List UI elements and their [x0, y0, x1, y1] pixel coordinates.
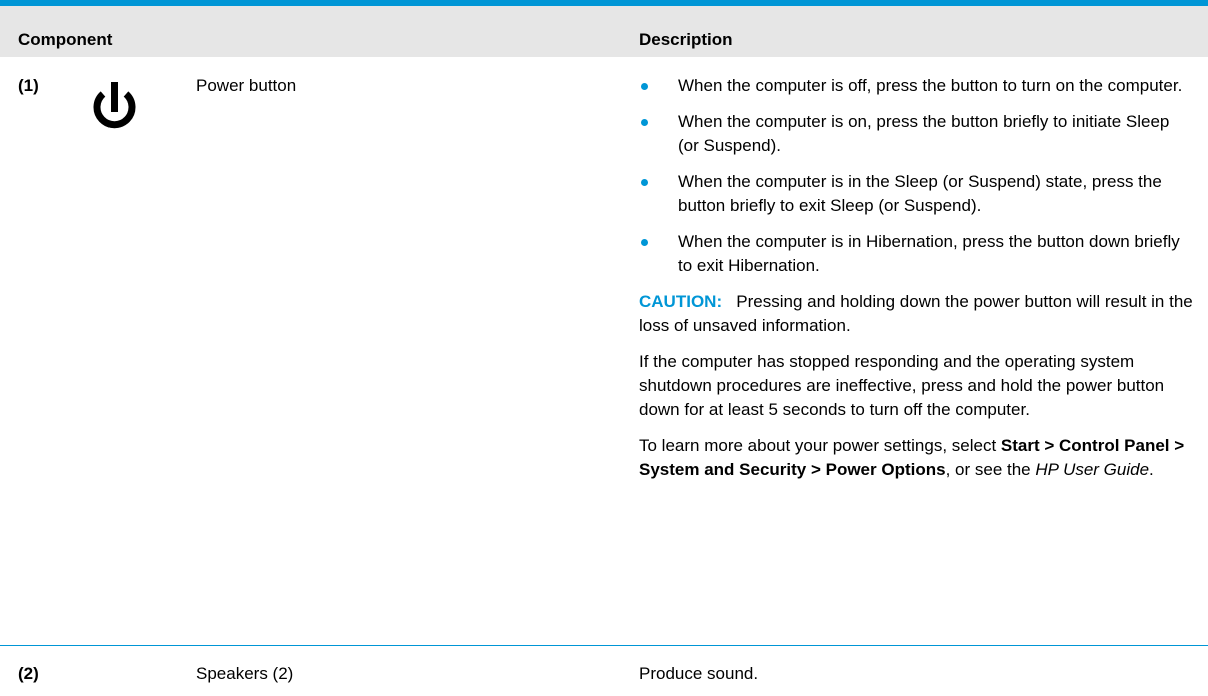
- power-icon: [93, 82, 136, 129]
- row-1-name: Power button: [196, 76, 297, 95]
- bullet-icon: [641, 179, 648, 186]
- row-2-number: (2): [18, 664, 39, 683]
- bullet-text: When the computer is in the Sleep (or Su…: [678, 172, 1162, 215]
- list-item: When the computer is on, press the butto…: [639, 110, 1194, 158]
- caution-label: CAUTION:: [639, 292, 723, 311]
- learn-more-prefix: To learn more about your power settings,…: [639, 436, 1001, 455]
- unresponsive-paragraph: If the computer has stopped responding a…: [639, 352, 1165, 419]
- bullet-list: When the computer is off, press the butt…: [639, 74, 1194, 278]
- user-guide-title: HP User Guide: [1035, 460, 1150, 479]
- bullet-icon: [641, 83, 648, 90]
- caution-text: Pressing and holding down the power butt…: [639, 292, 1193, 335]
- bullet-text: When the computer is on, press the butto…: [678, 112, 1170, 155]
- caution-note: CAUTION: Pressing and holding down the p…: [639, 290, 1194, 338]
- bullet-icon: [641, 119, 648, 126]
- row-1-number: (1): [18, 76, 39, 95]
- bullet-text: When the computer is in Hibernation, pre…: [678, 232, 1180, 275]
- header-description: Description: [639, 30, 733, 49]
- row-1-description: When the computer is off, press the butt…: [639, 74, 1194, 494]
- header-component: Component: [18, 30, 113, 49]
- table-header: Component Description: [0, 6, 1208, 57]
- learn-more-suffix: .: [1149, 460, 1154, 479]
- bullet-icon: [641, 239, 648, 246]
- row-divider: [0, 645, 1208, 646]
- row-2-description: Produce sound.: [639, 664, 759, 683]
- list-item: When the computer is in the Sleep (or Su…: [639, 170, 1194, 218]
- learn-more-paragraph: To learn more about your power settings,…: [639, 434, 1194, 482]
- list-item: When the computer is in Hibernation, pre…: [639, 230, 1194, 278]
- bullet-text: When the computer is off, press the butt…: [678, 76, 1183, 95]
- list-item: When the computer is off, press the butt…: [639, 74, 1194, 98]
- row-2-name: Speakers (2): [196, 664, 294, 683]
- learn-more-middle: , or see the: [945, 460, 1036, 479]
